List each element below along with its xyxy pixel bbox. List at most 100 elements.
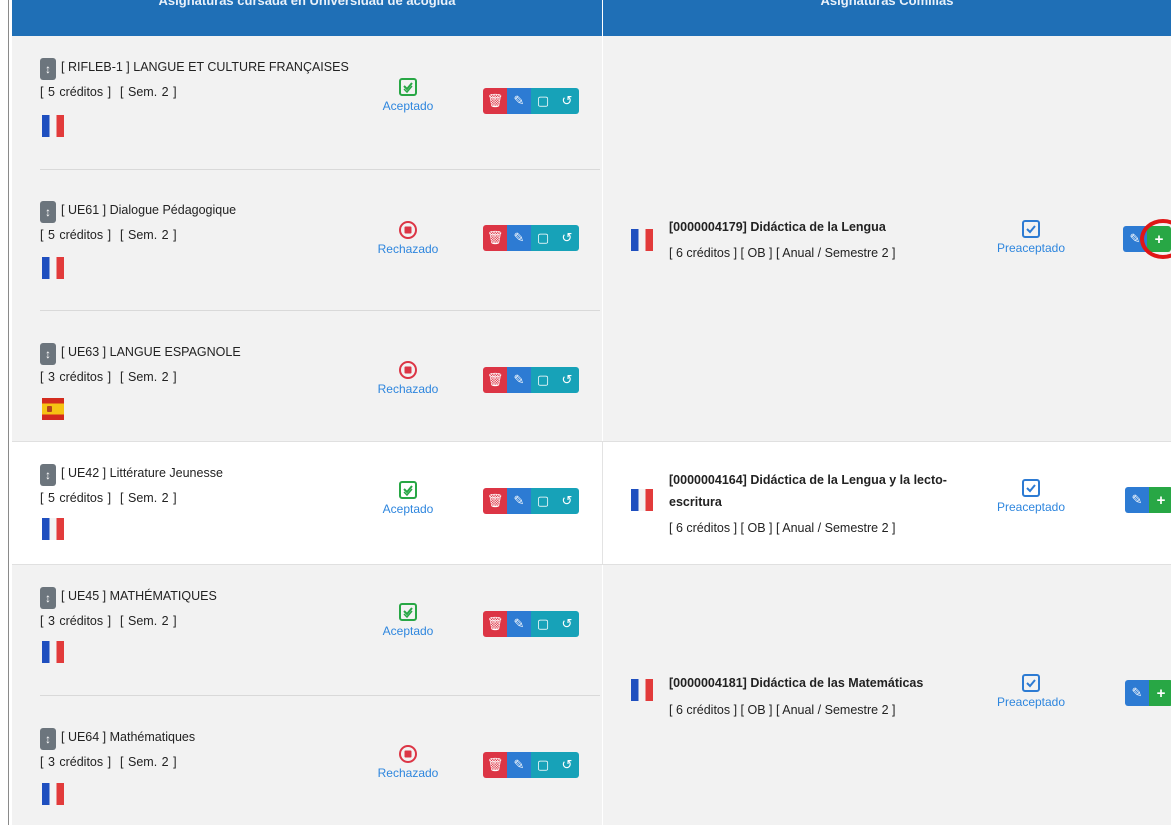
status-rejected: Rechazado: [373, 744, 443, 780]
host-subject-code: [ RIFLEB-1 ] LANGUE ET CULTURE FRANÇAISE…: [61, 60, 349, 74]
edit-button[interactable]: ✎: [507, 88, 531, 114]
history-button[interactable]: ↺: [555, 611, 579, 637]
status-rejected: Rechazado: [373, 220, 443, 256]
delete-button[interactable]: 🗑: [483, 611, 507, 637]
check-box-icon: [1022, 479, 1040, 497]
x-circle-icon: [399, 361, 417, 379]
delete-button[interactable]: 🗑: [483, 367, 507, 393]
move-handle-icon[interactable]: ↕: [40, 728, 56, 750]
table-header: Asignaturas cursada en Universidad de ac…: [12, 0, 1171, 36]
flag-spain-icon: [42, 398, 64, 420]
history-icon: ↺: [561, 616, 573, 631]
equivalence-group-1: ↕ [ RIFLEB-1 ] LANGUE ET CULTURE FRANÇAI…: [12, 36, 1171, 441]
edit-button[interactable]: ✎: [507, 367, 531, 393]
comment-button[interactable]: ▢: [531, 367, 555, 393]
history-button[interactable]: ↺: [555, 88, 579, 114]
history-icon: ↺: [561, 757, 573, 772]
pencil-icon: ✎: [1129, 231, 1141, 246]
add-equivalence-button[interactable]: +: [1149, 680, 1171, 706]
trash-icon: 🗑: [486, 230, 504, 245]
host-subject-row: ↕ [ UE63 ] LANGUE ESPAGNOLE [ 3 créditos…: [12, 310, 602, 441]
comillas-subject-meta: [ 6 créditos ] [ OB ] [ Anual / Semestre…: [669, 246, 896, 260]
move-handle-icon[interactable]: ↕: [40, 464, 56, 486]
flag-france-icon: [42, 783, 64, 805]
comment-icon: ▢: [536, 757, 550, 772]
host-subject-row: ↕ [ UE64 ] Mathématiques [ 3 créditos ] …: [12, 695, 602, 825]
comillas-subject-meta: [ 6 créditos ] [ OB ] [ Anual / Semestre…: [669, 703, 896, 717]
edit-button[interactable]: ✎: [507, 611, 531, 637]
edit-button[interactable]: ✎: [1125, 487, 1149, 513]
history-icon: ↺: [561, 493, 573, 508]
host-subject-row: ↕ [ RIFLEB-1 ] LANGUE ET CULTURE FRANÇAI…: [12, 36, 602, 169]
check-square-icon: [399, 481, 417, 499]
move-handle-icon[interactable]: ↕: [40, 343, 56, 365]
status-preaccepted: Preaceptado: [996, 478, 1066, 514]
plus-icon: +: [1156, 684, 1166, 702]
check-square-icon: [399, 78, 417, 96]
header-comillas-subjects: Asignaturas Comillas: [820, 0, 954, 8]
history-button[interactable]: ↺: [555, 488, 579, 514]
edit-button[interactable]: ✎: [1125, 680, 1149, 706]
host-subject-code: [ UE64 ] Mathématiques: [61, 730, 196, 744]
delete-button[interactable]: 🗑: [483, 752, 507, 778]
host-subject-row: ↕ [ UE42 ] Littérature Jeunesse [ 5 créd…: [12, 442, 602, 564]
history-button[interactable]: ↺: [555, 367, 579, 393]
edit-button[interactable]: ✎: [507, 752, 531, 778]
pencil-icon: ✎: [513, 372, 525, 387]
comment-icon: ▢: [536, 493, 550, 508]
host-subject-row: ↕ [ UE45 ] MATHÉMATIQUES [ 3 créditos ] …: [12, 565, 602, 695]
host-subject-code: [ UE42 ] Littérature Jeunesse: [61, 466, 223, 480]
pencil-icon: ✎: [513, 493, 525, 508]
comillas-subject-title: [0000004179] Didáctica de la Lengua: [669, 220, 886, 234]
x-circle-icon: [399, 221, 417, 239]
delete-button[interactable]: 🗑: [483, 225, 507, 251]
history-button[interactable]: ↺: [555, 752, 579, 778]
history-button[interactable]: ↺: [555, 225, 579, 251]
host-subject-row: ↕ [ UE61 ] Dialogue Pédagogique [ 5 créd…: [12, 169, 602, 310]
equivalence-group-3: ↕ [ UE45 ] MATHÉMATIQUES [ 3 créditos ] …: [12, 565, 1171, 825]
move-handle-icon[interactable]: ↕: [40, 58, 56, 80]
comment-button[interactable]: ▢: [531, 88, 555, 114]
comment-button[interactable]: ▢: [531, 611, 555, 637]
highlight-circle: [1140, 219, 1171, 259]
plus-icon: +: [1156, 491, 1166, 509]
delete-button[interactable]: 🗑: [483, 88, 507, 114]
status-rejected: Rechazado: [373, 360, 443, 396]
host-subject-code: [ UE63 ] LANGUE ESPAGNOLE: [61, 345, 241, 359]
flag-france-icon: [42, 115, 64, 137]
row-actions: 🗑 ✎ ▢ ↺: [483, 611, 579, 637]
add-equivalence-button[interactable]: +: [1149, 487, 1171, 513]
row-actions: 🗑 ✎ ▢ ↺: [483, 752, 579, 778]
comment-icon: ▢: [536, 616, 550, 631]
check-square-icon: [399, 603, 417, 621]
status-accepted: Aceptado: [373, 77, 443, 113]
edit-button[interactable]: ✎: [507, 488, 531, 514]
comment-button[interactable]: ▢: [531, 488, 555, 514]
flag-france-icon: [42, 257, 64, 279]
equivalence-table: Asignaturas cursada en Universidad de ac…: [12, 0, 1171, 825]
move-handle-icon[interactable]: ↕: [40, 587, 56, 609]
comment-button[interactable]: ▢: [531, 752, 555, 778]
comillas-subject-row: [0000004179] Didáctica de la Lengua [ 6 …: [603, 36, 1171, 441]
host-subject-code: [ UE61 ] Dialogue Pédagogique: [61, 203, 237, 217]
flag-france-icon: [42, 518, 64, 540]
edit-button[interactable]: ✎: [507, 225, 531, 251]
comillas-subject-row: [0000004164] Didáctica de la Lengua y la…: [603, 442, 1171, 564]
move-handle-icon[interactable]: ↕: [40, 201, 56, 223]
host-subject-credits: [ 3 créditos ] [ Sem. 2 ]: [40, 614, 177, 628]
comillas-subject-meta: [ 6 créditos ] [ OB ] [ Anual / Semestre…: [669, 521, 896, 535]
host-subject-credits: [ 5 créditos ] [ Sem. 2 ]: [40, 85, 177, 99]
comillas-subject-row: [0000004181] Didáctica de las Matemática…: [603, 565, 1171, 825]
pencil-icon: ✎: [513, 757, 525, 772]
comillas-subject-title: [0000004181] Didáctica de las Matemática…: [669, 676, 924, 690]
pencil-icon: ✎: [513, 616, 525, 631]
row-actions: 🗑 ✎ ▢ ↺: [483, 367, 579, 393]
host-subject-credits: [ 3 créditos ] [ Sem. 2 ]: [40, 370, 177, 384]
equivalence-group-2: ↕ [ UE42 ] Littérature Jeunesse [ 5 créd…: [12, 442, 1171, 564]
comment-button[interactable]: ▢: [531, 225, 555, 251]
comillas-row-actions: ✎ +: [1125, 680, 1171, 706]
flag-france-icon: [631, 489, 653, 511]
delete-button[interactable]: 🗑: [483, 488, 507, 514]
pencil-icon: ✎: [1131, 492, 1143, 507]
check-box-icon: [1022, 220, 1040, 238]
